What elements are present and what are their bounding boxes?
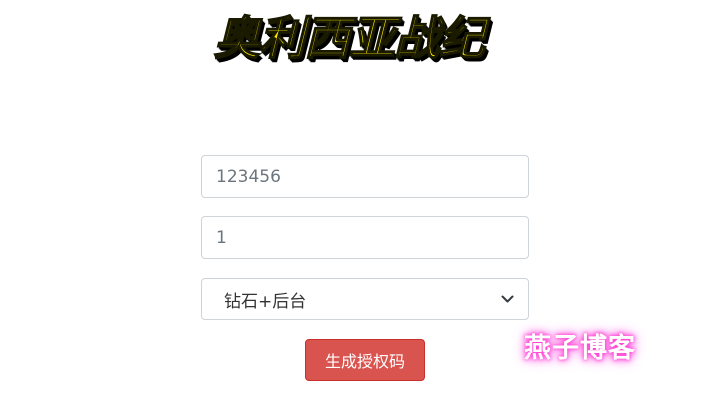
blog-watermark: 燕子博客	[524, 333, 636, 364]
package-select[interactable]: 钻石+后台	[201, 278, 529, 320]
server-id-input[interactable]	[201, 216, 529, 259]
package-select-value: 钻石+后台	[224, 291, 307, 312]
account-input[interactable]	[201, 155, 529, 198]
app-logo-title: 奥利西亚战纪	[213, 10, 486, 66]
chevron-down-icon	[500, 292, 514, 306]
generate-auth-code-button[interactable]: 生成授权码	[305, 339, 425, 381]
